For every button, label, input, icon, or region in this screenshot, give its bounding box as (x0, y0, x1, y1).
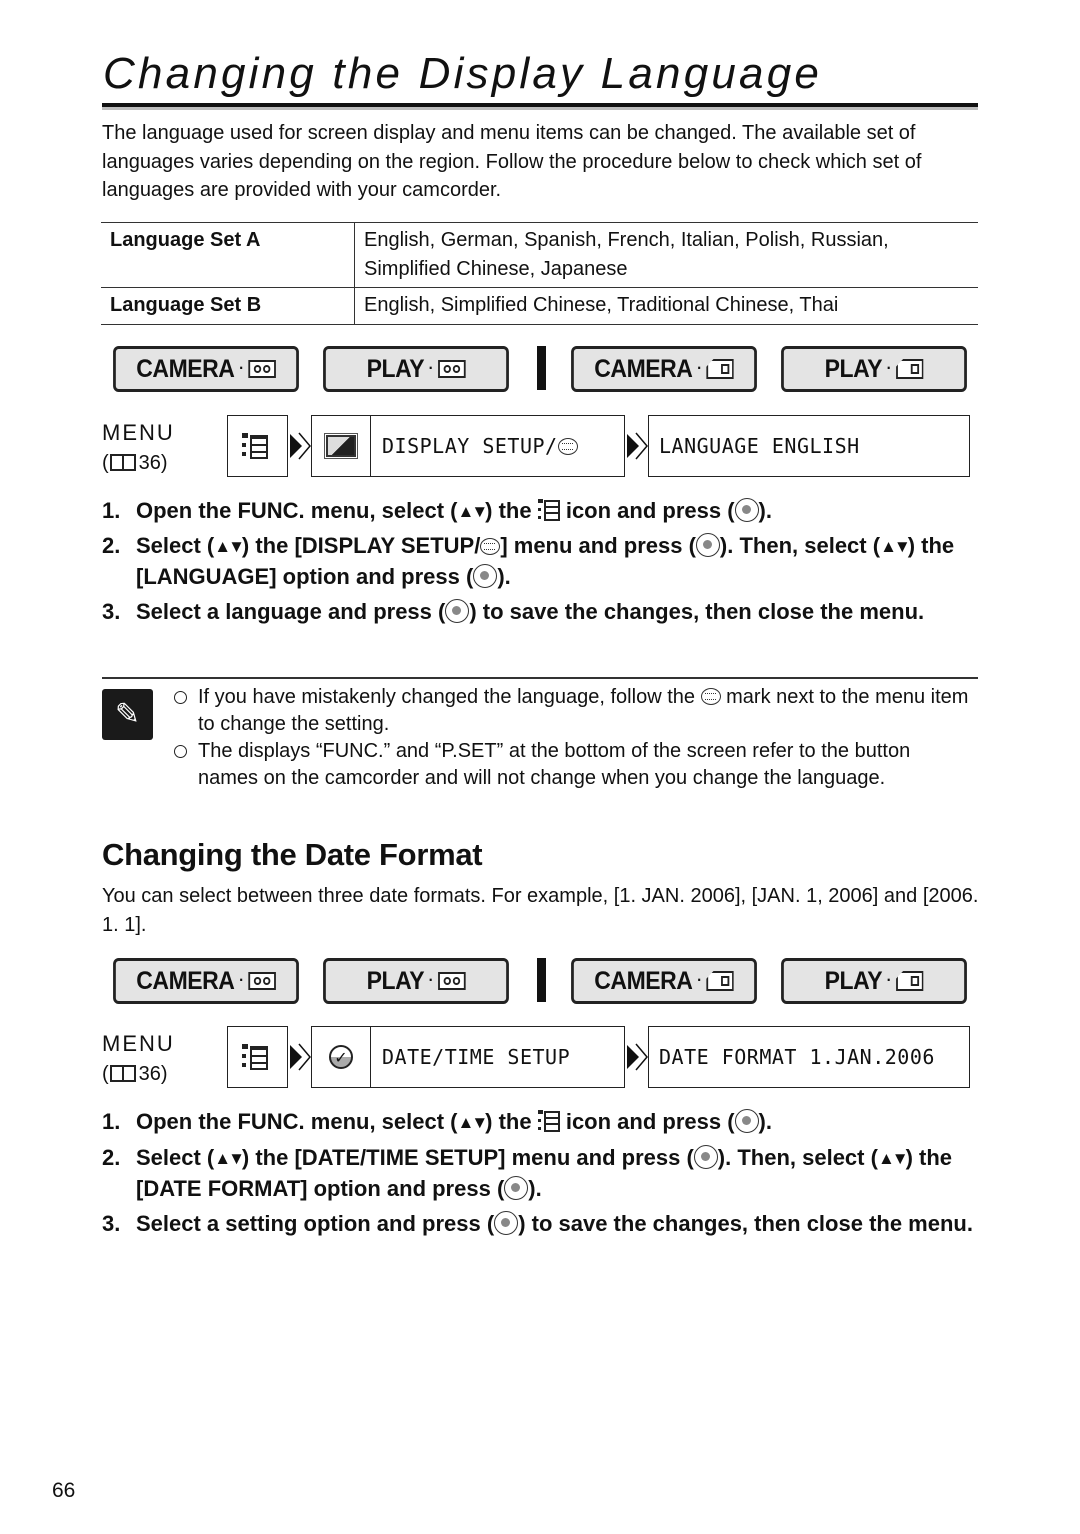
mode-label: PLAY (366, 354, 425, 383)
mode-indicators: CAMERA · PLAY · CAMERA · PLAY · (105, 958, 975, 1004)
memory-card-icon (706, 971, 734, 991)
joystick-icon (504, 1176, 529, 1200)
menu-label: MENU (102, 1031, 175, 1056)
pencil-note-icon: ✎ (102, 689, 153, 740)
setting-label: LANGUAGE ENGLISH (659, 434, 860, 458)
menu-label: MENU (102, 420, 175, 445)
submenu-label: DATE/TIME SETUP (382, 1045, 571, 1069)
chevron-right-icon (289, 1042, 311, 1072)
language-set-values: English, German, Spanish, French, Italia… (354, 222, 978, 288)
page-number: 66 (52, 1479, 76, 1502)
step-3: 3. Select a setting option and press () … (102, 1211, 973, 1236)
mode-label: CAMERA (594, 966, 693, 995)
chevron-right-icon (626, 431, 648, 461)
submenu-box: DISPLAY SETUP/ (311, 415, 625, 477)
joystick-icon (473, 564, 498, 588)
note-item: If you have mistakenly changed the langu… (174, 684, 974, 738)
menu-page-ref: (36) (102, 452, 168, 474)
mode-camera-card: CAMERA · (571, 346, 757, 392)
joystick-icon (494, 1211, 519, 1235)
memory-card-icon (895, 971, 924, 991)
mode-play-tape: PLAY · (323, 958, 509, 1004)
tape-icon (248, 972, 276, 990)
func-menu-box (227, 415, 288, 477)
submenu-label: DISPLAY SETUP/ (382, 434, 558, 458)
joystick-icon (734, 498, 759, 522)
table-row: Language Set A English, German, Spanish,… (101, 222, 978, 288)
memory-card-icon (706, 359, 734, 379)
language-set-label: Language Set B (101, 287, 355, 325)
book-icon (109, 1065, 136, 1082)
section-heading: Changing the Date Format (102, 837, 483, 872)
speech-bubble-icon (557, 437, 578, 455)
mode-camera-tape: CAMERA · (113, 346, 299, 392)
mode-play-tape: PLAY · (323, 346, 509, 392)
mode-separator (537, 346, 546, 390)
language-set-values: English, Simplified Chinese, Traditional… (354, 287, 978, 325)
step-1: 1. Open the FUNC. menu, select (▲▼) the … (102, 1107, 982, 1138)
step-3: 3. Select a language and press () to sav… (102, 599, 925, 624)
mode-camera-tape: CAMERA · (113, 958, 299, 1004)
speech-bubble-icon (700, 688, 721, 705)
menu-list-icon (242, 433, 268, 461)
mode-play-card: PLAY · (781, 958, 967, 1004)
mode-label: CAMERA (136, 354, 235, 383)
menu-page-ref: (36) (102, 1063, 168, 1085)
display-screen-icon (324, 433, 358, 459)
chevron-right-icon (289, 431, 311, 461)
setting-label: DATE FORMAT 1.JAN.2006 (659, 1045, 935, 1069)
step-2: 2. Select (▲▼) the [DATE/TIME SETUP] men… (102, 1145, 953, 1201)
memory-card-icon (895, 359, 924, 379)
chevron-right-icon (626, 1042, 648, 1072)
speech-bubble-icon (480, 538, 501, 555)
tape-icon (248, 360, 276, 378)
func-menu-box (227, 1026, 288, 1088)
step-1: 1. Open the FUNC. menu, select (▲▼) the … (102, 496, 982, 527)
note-divider (102, 677, 978, 679)
menu-list-icon (242, 1044, 268, 1072)
mode-label: CAMERA (594, 354, 693, 383)
up-down-arrows-icon: ▲▼ (877, 1149, 909, 1168)
page-title: Changing the Display Language (103, 49, 823, 98)
joystick-icon (734, 1109, 759, 1133)
menu-list-icon (537, 499, 560, 521)
mode-play-card: PLAY · (781, 346, 967, 392)
mode-camera-card: CAMERA · (571, 958, 757, 1004)
clock-check-icon: ✓ (329, 1045, 353, 1069)
mode-label: PLAY (824, 354, 883, 383)
tape-icon (437, 360, 466, 378)
step-2: 2. Select (▲▼) the [DISPLAY SETUP/] menu… (102, 533, 955, 589)
joystick-icon (693, 1145, 718, 1169)
up-down-arrows-icon: ▲▼ (457, 502, 489, 521)
date-format-intro: You can select between three date format… (102, 885, 979, 936)
submenu-icon-cell (312, 416, 371, 476)
up-down-arrows-icon: ▲▼ (214, 537, 245, 556)
mode-label: PLAY (366, 966, 425, 995)
tape-icon (437, 972, 466, 990)
notes-list: If you have mistakenly changed the langu… (174, 684, 974, 792)
book-icon (109, 454, 136, 471)
title-rule-shadow (102, 107, 978, 110)
mode-label: CAMERA (136, 966, 235, 995)
mode-indicators: CAMERA · PLAY · CAMERA · PLAY · (105, 346, 975, 392)
menu-list-icon (537, 1110, 560, 1132)
submenu-box: ✓ DATE/TIME SETUP (311, 1026, 625, 1088)
setting-box: DATE FORMAT 1.JAN.2006 (648, 1026, 970, 1088)
joystick-icon (695, 533, 720, 557)
submenu-icon-cell: ✓ (312, 1027, 371, 1087)
setting-box: LANGUAGE ENGLISH (648, 415, 970, 477)
language-set-label: Language Set A (101, 222, 355, 288)
language-set-table: Language Set A English, German, Spanish,… (101, 222, 978, 325)
up-down-arrows-icon: ▲▼ (457, 1113, 489, 1132)
table-row: Language Set B English, Simplified Chine… (101, 287, 978, 325)
note-item: The displays “FUNC.” and “P.SET” at the … (174, 738, 974, 792)
mode-label: PLAY (824, 966, 883, 995)
up-down-arrows-icon: ▲▼ (214, 1149, 245, 1168)
up-down-arrows-icon: ▲▼ (880, 537, 911, 556)
joystick-icon (445, 599, 470, 623)
intro-paragraph: The language used for screen display and… (102, 122, 922, 201)
mode-separator (537, 958, 546, 1002)
